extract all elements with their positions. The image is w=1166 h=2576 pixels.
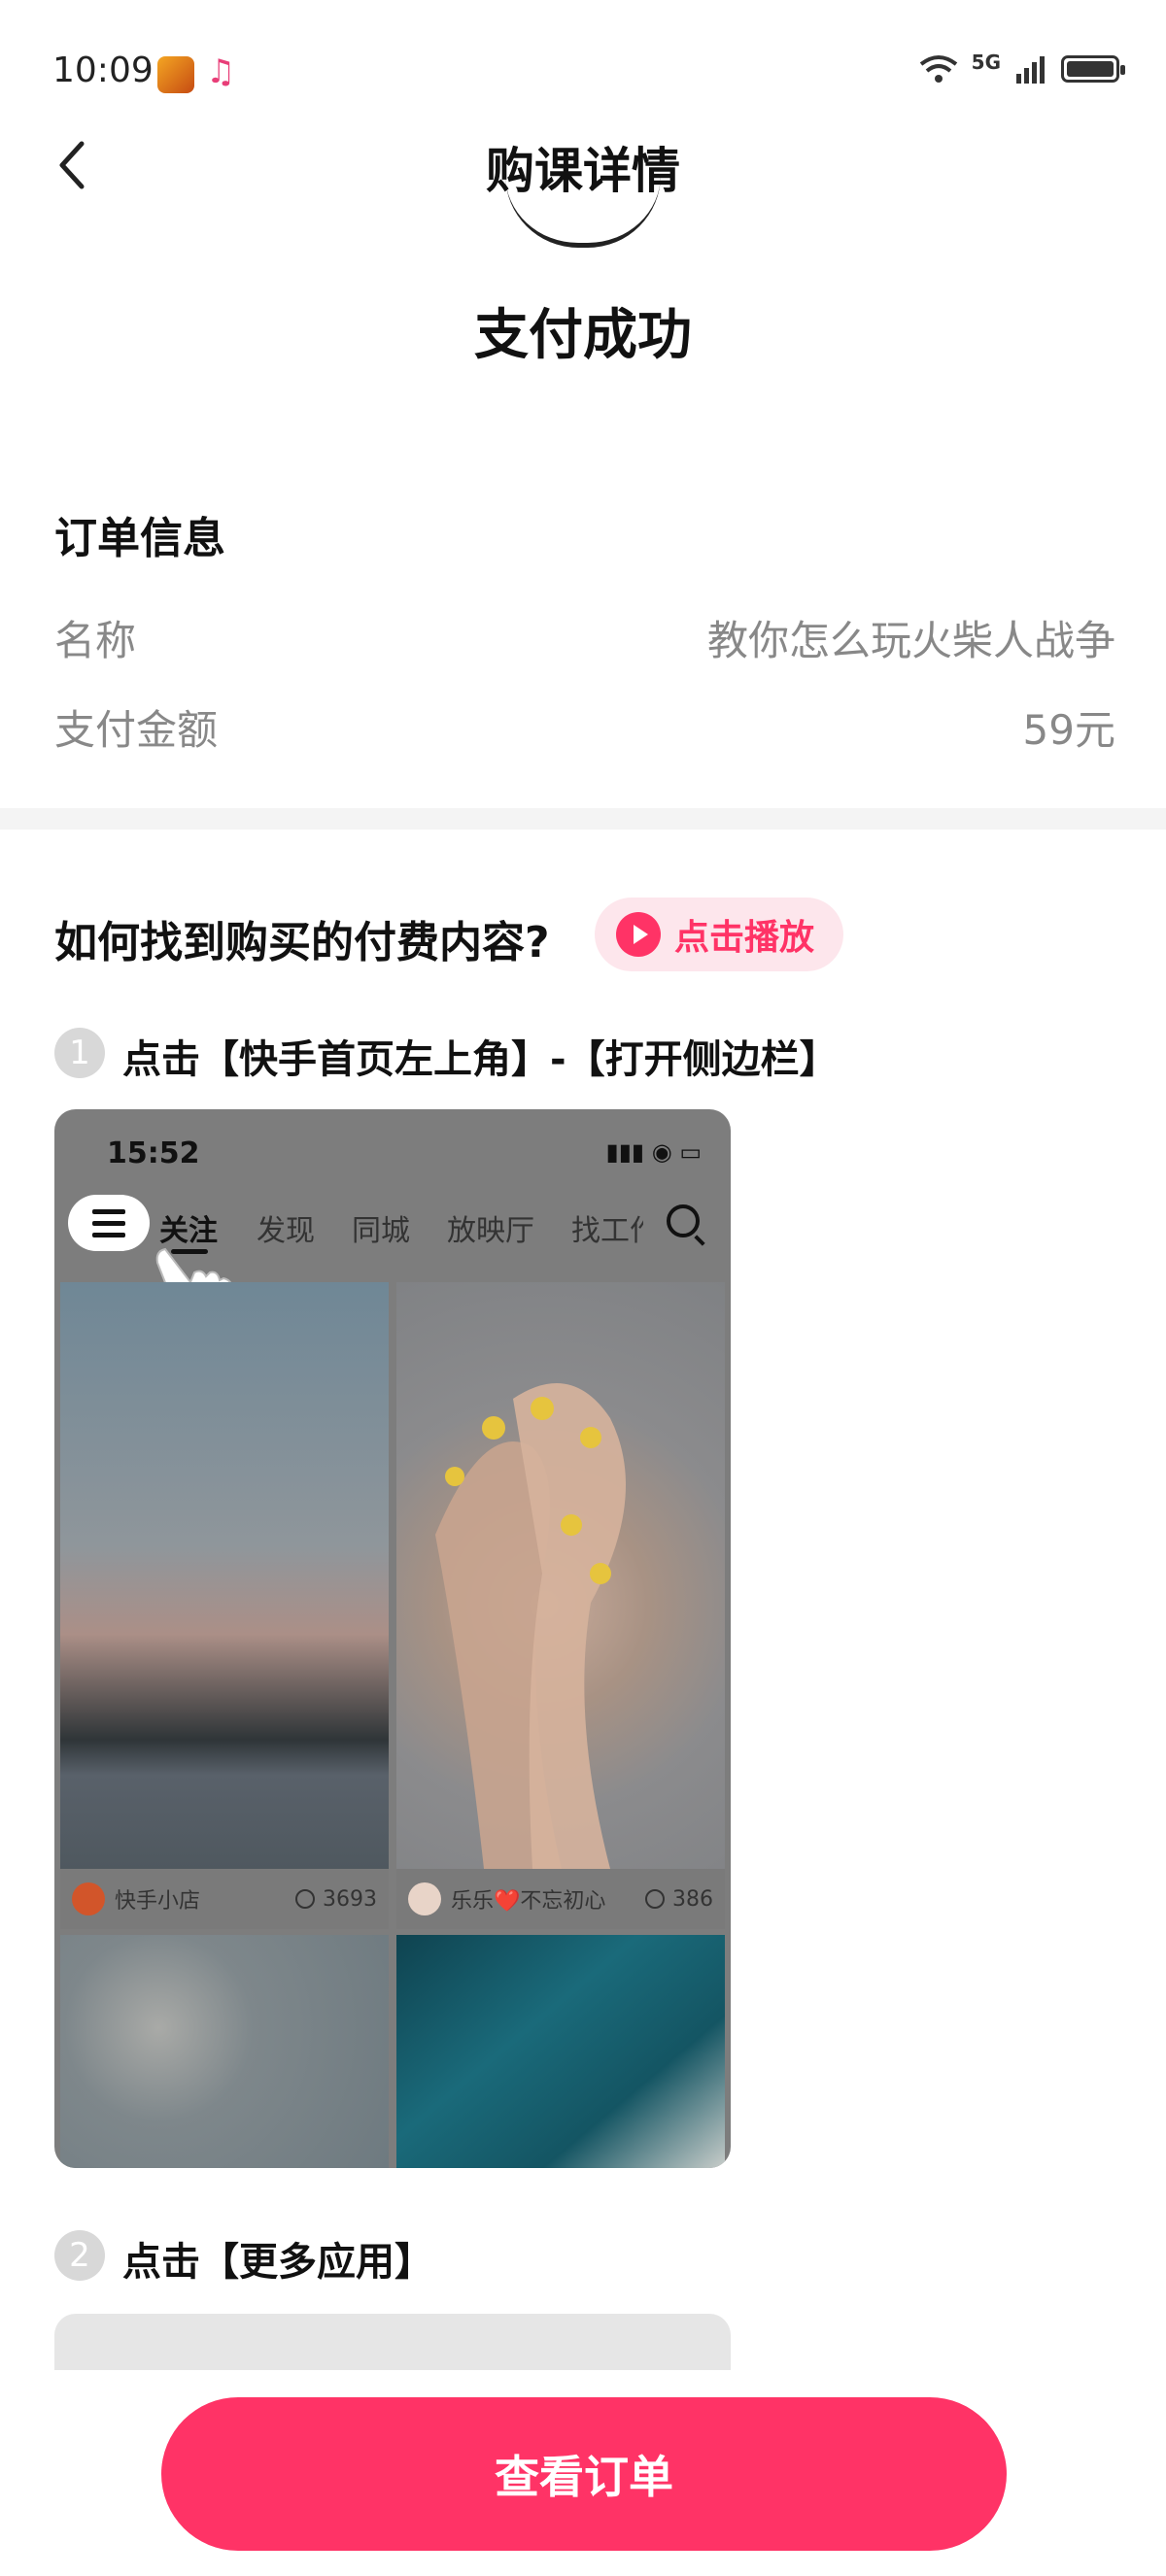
game-app-icon (157, 56, 194, 93)
wifi-icon (919, 55, 957, 83)
card-count: 3693 (323, 1886, 377, 1912)
battery-icon (1061, 55, 1125, 83)
play-tutorial-button[interactable]: 点击播放 (595, 898, 843, 971)
mock-status-icons: ▮▮▮ ◉ ▭ (605, 1138, 703, 1166)
tutorial-screenshot-2 (54, 2314, 731, 2372)
signal-icon (1016, 56, 1045, 84)
card-author: 乐乐❤️不忘初心 (451, 1889, 606, 1914)
mock-tab-local: 同城 (352, 1214, 410, 1248)
video-card-meta: 快手小店 3693 (60, 1869, 389, 1929)
video-card-landscape (60, 1282, 389, 1869)
user-icon (645, 1889, 665, 1909)
mock-tab-discover: 发现 (257, 1214, 315, 1248)
view-order-button[interactable]: 查看订单 (161, 2397, 1007, 2551)
status-icons: 5G (919, 51, 1125, 84)
payment-status: 支付成功 (474, 304, 692, 367)
avatar (72, 1882, 105, 1915)
tutorial-screenshot-1: 15:52 ▮▮▮ ◉ ▭ 关注 发现 同城 放映厅 找工作 快手小店 3693… (54, 1109, 731, 2168)
video-card-ocean (396, 1935, 725, 2168)
mock-status-time: 15:52 (107, 1136, 200, 1170)
step-text-2: 点击【更多应用】 (122, 2240, 433, 2285)
music-note-icon: ♫ (206, 52, 236, 91)
howto-title: 如何找到购买的付费内容? (54, 918, 550, 967)
card-viewers: 386 (645, 1887, 713, 1912)
network-label: 5G (971, 51, 1001, 74)
video-card-hands (396, 1282, 725, 1869)
mock-tab-theater: 放映厅 (447, 1214, 534, 1248)
order-amount-label: 支付金额 (54, 706, 219, 754)
step-text-1: 点击【快手首页左上角】-【打开侧边栏】 (122, 1037, 839, 1082)
user-icon (295, 1889, 315, 1909)
card-author: 快手小店 (115, 1889, 201, 1914)
card-count: 386 (672, 1886, 713, 1912)
order-name-value: 教你怎么玩火柴人战争 (706, 617, 1115, 664)
hands-illustration (435, 1383, 626, 1869)
video-card-clouds (60, 1935, 389, 2168)
order-info-title: 订单信息 (54, 514, 225, 563)
order-amount-value: 59元 (1022, 706, 1115, 754)
search-icon (667, 1204, 700, 1237)
play-icon (616, 912, 661, 957)
section-divider (0, 808, 1166, 830)
order-name-label: 名称 (54, 617, 137, 664)
menu-icon (68, 1195, 150, 1251)
step-number-2: 2 (54, 2230, 105, 2281)
avatar (408, 1882, 441, 1915)
mock-tab-jobs: 找工作 (571, 1214, 643, 1248)
play-label: 点击播放 (674, 918, 815, 958)
step-number-1: 1 (54, 1028, 105, 1078)
video-card-meta: 乐乐❤️不忘初心 386 (396, 1869, 725, 1929)
card-viewers: 3693 (295, 1887, 377, 1912)
status-time: 10:09 (52, 51, 154, 90)
success-smile-icon (505, 175, 661, 248)
